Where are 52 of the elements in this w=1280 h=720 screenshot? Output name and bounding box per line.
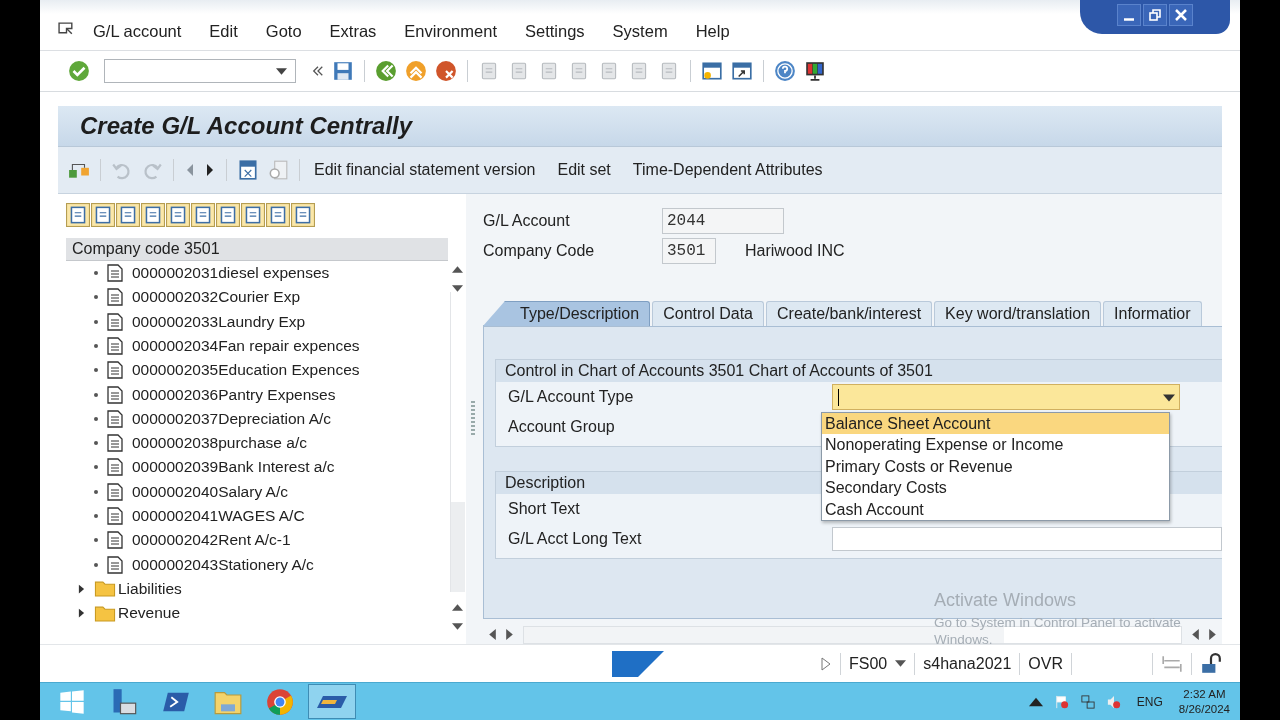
menu-item[interactable]: Help [695, 22, 730, 42]
field-description: Hariwood INC [745, 241, 845, 260]
field-label: Company Code [483, 241, 596, 260]
tree-item[interactable]: 0000002041WAGES A/C [132, 507, 305, 526]
section-header: Control in Chart of Accounts 3501 Chart of Accounts of 3501 [496, 359, 1222, 382]
dropdown-option[interactable]: Balance Sheet Account [822, 412, 1169, 435]
tree-item[interactable]: 0000002042Rent A/c-1 [132, 531, 291, 550]
menu-item[interactable]: Environment [404, 22, 497, 42]
tab[interactable]: Type/Description [483, 300, 651, 326]
tree-item[interactable]: Revenue [118, 604, 181, 623]
menu-item[interactable]: System [612, 22, 668, 42]
dropdown-option[interactable]: Nonoperating Expense or Income [822, 434, 1169, 456]
tree-item[interactable]: 0000002039Bank Interest a/c [132, 458, 335, 477]
field-label: G/L Account Type [507, 387, 635, 406]
activation-notice: Windows. [934, 630, 994, 648]
toolbar-button[interactable]: Edit set [553, 158, 621, 181]
screen-title: Create G/L Account Centrally [80, 111, 413, 140]
tree-item[interactable]: 0000002037Depreciation A/c [132, 409, 332, 428]
menu-item[interactable]: Edit [209, 22, 238, 42]
language-indicator[interactable]: ENG [1136, 694, 1163, 709]
transaction-code[interactable]: FS00 [849, 654, 888, 673]
toolbar-button[interactable]: Edit financial statement version [310, 158, 546, 181]
system-name: s4hana2021 [923, 654, 1012, 673]
activation-notice: Activate Windows [934, 589, 1078, 611]
tab[interactable]: Create/bank/interest [766, 300, 933, 326]
tree-item[interactable]: 0000002036Pantry Expenses [132, 385, 336, 404]
tree-item[interactable]: 0000002034Fan repair expences [132, 337, 360, 355]
tree-item[interactable]: 0000002038purchase a/c [132, 434, 307, 453]
tree-item[interactable]: 0000002043Stationery A/c [132, 555, 314, 574]
input-field[interactable]: 3501 [662, 237, 716, 264]
menu-item[interactable]: Settings [525, 22, 585, 42]
input-field[interactable]: 2044 [662, 207, 784, 234]
menu-item[interactable]: Goto [265, 22, 302, 42]
tree-item[interactable]: 0000002040Salary A/c [132, 482, 288, 501]
tab[interactable]: Key word/translation [934, 300, 1102, 326]
dropdown-option[interactable]: Cash Account [822, 498, 1169, 521]
field-label: G/L Account [483, 211, 571, 230]
toolbar-button[interactable]: Time-Dependent Attributes [628, 158, 833, 181]
field-label: G/L Acct Long Text [507, 529, 643, 548]
tree-item[interactable]: 0000002035Education Expences [132, 361, 360, 380]
menu-item[interactable]: G/L account [93, 22, 182, 42]
tree-item[interactable]: 0000002031diesel expenses [132, 264, 330, 283]
tree-item[interactable]: 0000002033Laundry Exp [132, 312, 306, 331]
tree-header: Company code 3501 [66, 237, 448, 261]
insert-mode[interactable]: OVR [1028, 654, 1063, 673]
activation-notice: Go to System in Control Panel to activate [934, 613, 1181, 631]
tree-item[interactable]: 0000002032Courier Exp [132, 288, 301, 307]
menu-item[interactable]: Extras [329, 22, 377, 42]
tree-item[interactable]: Liabilities [118, 579, 182, 598]
tab[interactable]: Informatior [1103, 300, 1202, 326]
clock[interactable]: 2:32 AM 8/26/2024 [1178, 686, 1230, 717]
tab[interactable]: Control Data [652, 300, 764, 326]
